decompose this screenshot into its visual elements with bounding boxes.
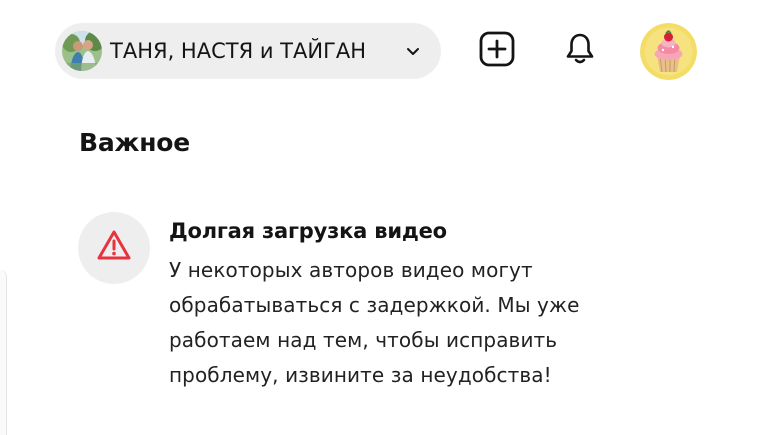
cupcake-avatar xyxy=(640,23,697,80)
notice-body: У некоторых авторов видео могут обрабаты… xyxy=(169,258,580,387)
add-square-icon xyxy=(478,30,516,72)
channel-name: ТАНЯ, НАСТЯ и ТАЙГАН xyxy=(110,39,367,63)
chevron-down-icon xyxy=(401,39,425,63)
bell-icon xyxy=(561,30,599,72)
warning-triangle-icon xyxy=(96,228,132,268)
channel-avatar xyxy=(62,31,102,71)
notice-icon-container xyxy=(78,212,150,284)
notice-title: Долгая загрузка видео xyxy=(169,219,447,243)
side-panel-edge xyxy=(0,270,7,435)
create-button[interactable] xyxy=(474,28,520,74)
profile-avatar[interactable] xyxy=(640,23,697,80)
page: ТАНЯ, НАСТЯ и ТАЙГАН Важное Долгая загру… xyxy=(0,0,772,435)
notifications-button[interactable] xyxy=(557,28,603,74)
section-title: Важное xyxy=(79,128,191,157)
channel-switcher[interactable]: ТАНЯ, НАСТЯ и ТАЙГАН xyxy=(55,23,441,79)
